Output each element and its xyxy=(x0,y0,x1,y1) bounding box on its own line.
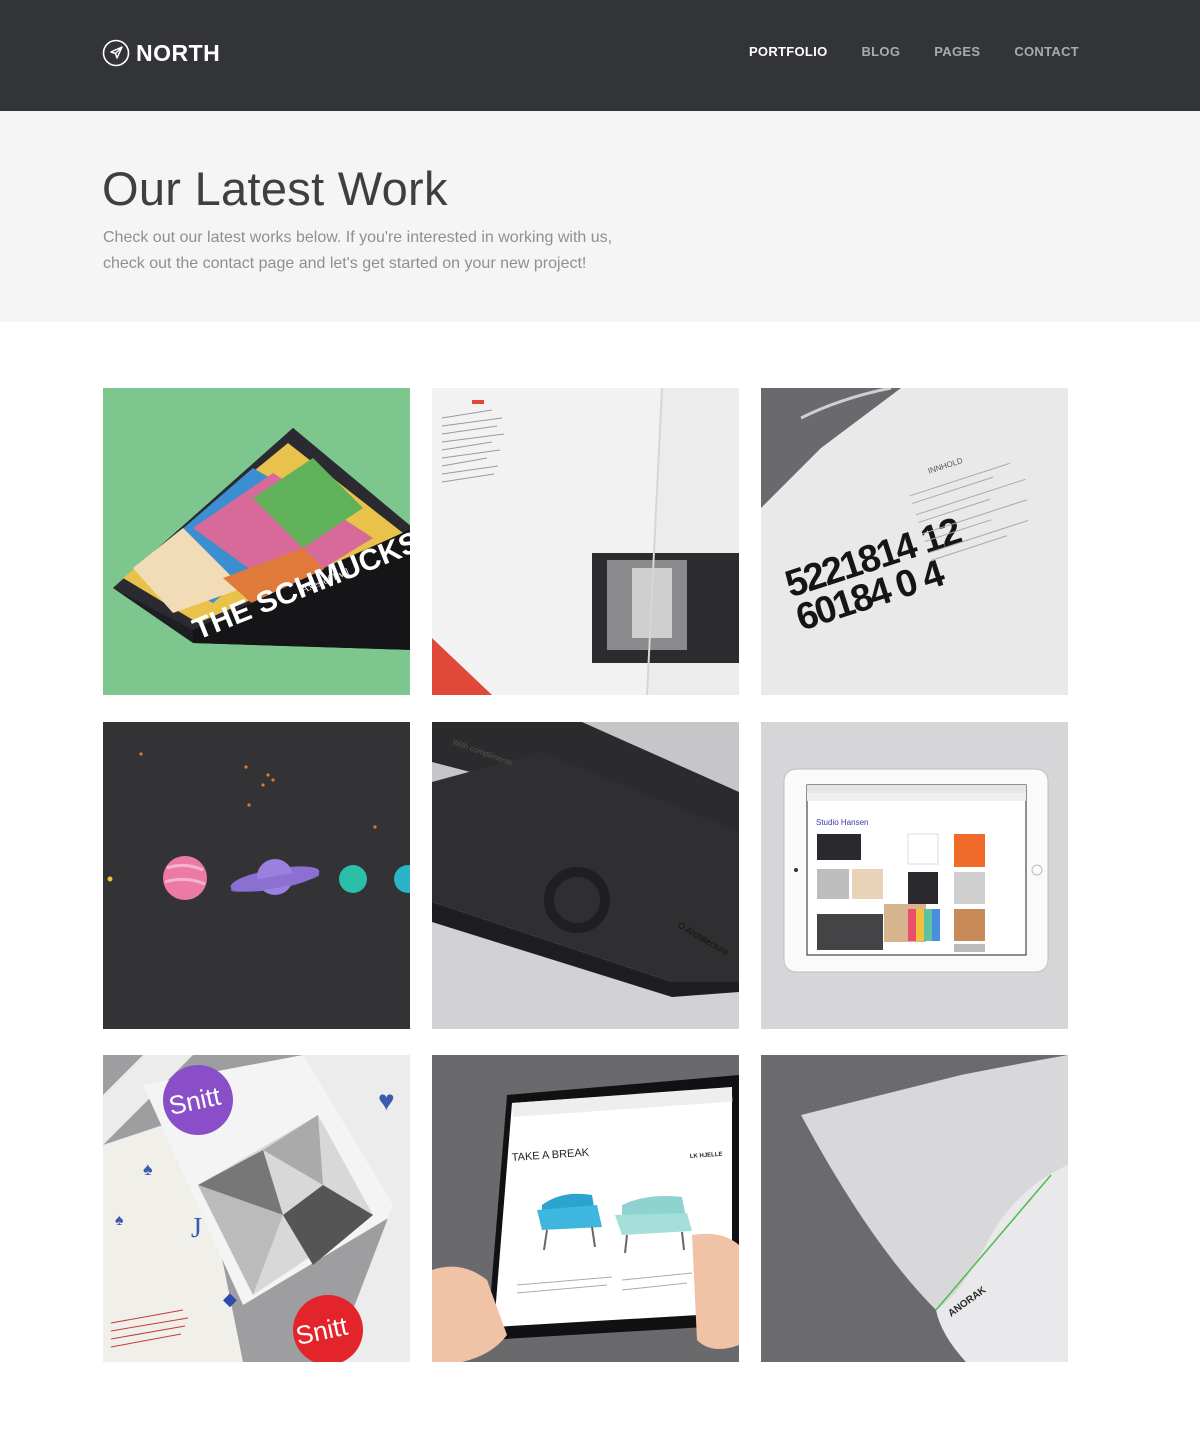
svg-text:♠: ♠ xyxy=(143,1159,153,1179)
page-description-line-2: check out the contact page and let's get… xyxy=(103,255,587,272)
page-title: Our Latest Work xyxy=(102,162,448,215)
portfolio-image-envelope: With compliments O Architecture xyxy=(432,722,739,1029)
portfolio-item-anorak-paper[interactable]: ANORAK xyxy=(761,1055,1068,1362)
svg-text:♥: ♥ xyxy=(378,1085,395,1116)
portfolio-image-snitt: Snitt ♥ J ♠ ♠ ◆ Snitt xyxy=(103,1055,410,1362)
top-navigation-bar: NORTH PORTFOLIO BLOG PAGES CONTACT xyxy=(0,0,1200,111)
studio-hansen-logo: Studio Hansen xyxy=(816,818,868,827)
portfolio-item-snitt-magazine[interactable]: Snitt ♥ J ♠ ♠ ◆ Snitt xyxy=(103,1055,410,1362)
svg-text:J: J xyxy=(191,1213,202,1244)
portfolio-image-booklet: 5221814 12 60184 0 4 INNHOLD xyxy=(761,388,1068,695)
brand-name: NORTH xyxy=(136,39,221,66)
portfolio-image-studio-hansen: Studio Hansen xyxy=(761,722,1068,1029)
portfolio-image-schmucks: Axes of Evil THE SCHMUCKS xyxy=(103,388,410,695)
svg-text:♠: ♠ xyxy=(115,1212,124,1229)
portfolio-image-anorak: ANORAK xyxy=(761,1055,1068,1362)
portfolio-item-brochure-spread[interactable] xyxy=(432,388,739,695)
nav-item-portfolio[interactable]: PORTFOLIO xyxy=(749,44,828,59)
portfolio-image-planets xyxy=(103,722,410,1029)
brand-logo[interactable]: NORTH xyxy=(102,38,220,68)
portfolio-item-schmucks-album[interactable]: Axes of Evil THE SCHMUCKS xyxy=(103,388,410,695)
nav-item-pages[interactable]: PAGES xyxy=(934,44,980,59)
portfolio-item-numbers-booklet[interactable]: 5221814 12 60184 0 4 INNHOLD xyxy=(761,388,1068,695)
page-header: Our Latest Work Check out our latest wor… xyxy=(0,111,1200,322)
portfolio-item-studio-hansen-ipad[interactable]: Studio Hansen xyxy=(761,722,1068,1029)
main-nav: PORTFOLIO BLOG PAGES CONTACT xyxy=(749,44,1079,59)
page-description-line-1: Check out our latest works below. If you… xyxy=(103,229,613,246)
portfolio-image-brochure xyxy=(432,388,739,695)
portfolio-item-planets-animation[interactable] xyxy=(103,722,410,1029)
paper-plane-icon xyxy=(102,39,130,67)
page-description: Check out our latest works below. If you… xyxy=(103,225,703,277)
nav-item-contact[interactable]: CONTACT xyxy=(1014,44,1079,59)
portfolio-image-lk-hjelle: TAKE A BREAK LK HJELLE xyxy=(432,1055,739,1362)
svg-text:◆: ◆ xyxy=(223,1289,237,1309)
portfolio-item-architecture-envelope[interactable]: With compliments O Architecture xyxy=(432,722,739,1029)
nav-item-blog[interactable]: BLOG xyxy=(861,44,900,59)
portfolio-item-lk-hjelle-ipad[interactable]: TAKE A BREAK LK HJELLE xyxy=(432,1055,739,1362)
